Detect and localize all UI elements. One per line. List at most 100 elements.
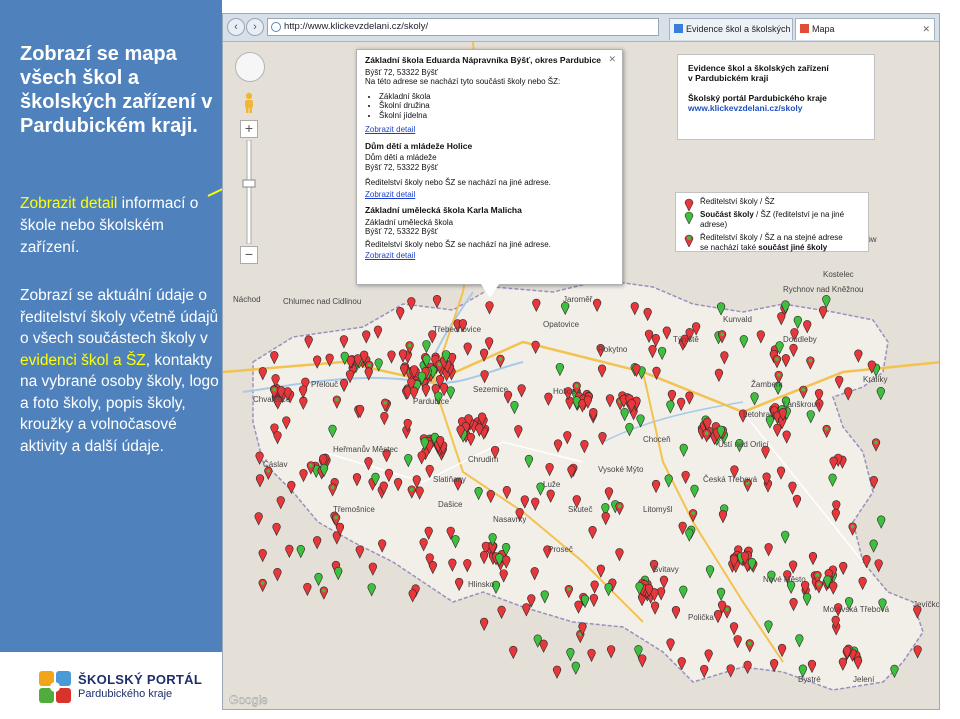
place-label: Králíky	[863, 375, 887, 384]
place-label: Čáslav	[263, 460, 287, 469]
portal-box-line1: Evidence škol a školských zařízení	[688, 63, 829, 73]
slide-heading: Zobrazí se mapa všech škol a školských z…	[20, 43, 213, 137]
close-tab-icon[interactable]: ✕	[922, 19, 930, 39]
place-label: Chvaletice	[253, 395, 291, 404]
browser-window: ‹ › http://www.klickevzdelani.cz/skoly/ …	[222, 13, 940, 710]
slide-paragraph-detail: Zobrazit detail informací o škole nebo š…	[20, 193, 216, 259]
portal-box-url[interactable]: www.klickevzdelani.cz/skoly	[688, 103, 866, 113]
back-button[interactable]: ‹	[227, 18, 245, 36]
browser-toolbar: ‹ › http://www.klickevzdelani.cz/skoly/ …	[223, 14, 939, 42]
school3-address: Býšť 72, 53322 Býšť	[365, 227, 438, 236]
school3-type: Základní umělecká škola	[365, 217, 454, 227]
school3-note: Ředitelství školy nebo ŠZ se nachází na …	[365, 239, 551, 249]
school3-title: Základní umělecká škola Karla Malicha	[365, 205, 522, 215]
place-label: Doudleby	[783, 335, 817, 344]
place-label: Jelení	[853, 675, 875, 684]
portal-logo-icon	[39, 671, 71, 703]
place-label: Ústí nad Orlicí	[718, 440, 769, 449]
place-label: Pardubice	[413, 397, 450, 406]
legend-row-red: Ředitelství školy / ŠZ	[682, 197, 864, 211]
pan-control[interactable]	[235, 52, 265, 82]
school-map[interactable]: KolínChlumec nad CidlinouHradec KrálovéP…	[223, 42, 940, 709]
place-label: Hlinsko	[468, 580, 495, 589]
place-label: Žamberk	[751, 380, 784, 389]
zoom-slider[interactable]	[242, 140, 256, 244]
address-bar[interactable]: http://www.klickevzdelani.cz/skoly/	[267, 18, 659, 36]
legend-mixed-part2: se nachází také	[700, 243, 759, 252]
tab-mapa-label: Mapa	[812, 24, 835, 34]
place-label: Vysoké Mýto	[598, 465, 644, 474]
slide-paragraph-info: Zobrazí se aktuální údaje o ředitelství …	[20, 285, 220, 457]
place-label: Týniště	[673, 335, 699, 344]
place-label: Náchod	[233, 295, 261, 304]
legend-mixed-bold: součást jiné školy	[758, 243, 828, 252]
place-label: Třebechovice	[433, 325, 482, 334]
place-label: Polička	[688, 613, 714, 622]
school1-part: Školní jídelna	[379, 111, 614, 121]
red-marker-icon	[684, 198, 694, 211]
address-bar-url: http://www.klickevzdelani.cz/skoly/	[284, 21, 429, 32]
place-label: Moravská Třebová	[823, 605, 890, 614]
place-label: Chrudim	[468, 455, 499, 464]
popup-pointer	[481, 284, 499, 298]
school1-title: Základní škola Eduarda Nápravníka Býšť, …	[365, 55, 602, 65]
place-label: Proseč	[548, 545, 573, 554]
place-label: Heřmanův Městec	[333, 445, 398, 454]
school2-type: Dům dětí a mládeže	[365, 153, 437, 162]
place-label: Třemošnice	[333, 505, 375, 514]
school1-parts-list: Základní škola Školní družina Školní jíd…	[379, 92, 614, 121]
place-label: Bystré	[798, 675, 821, 684]
portal-logo-area: ŠKOLSKÝ PORTÁL Pardubického kraje	[0, 652, 222, 719]
place-label: Svitavy	[653, 565, 679, 574]
paragraph-info-part1: Zobrazí se aktuální údaje o ředitelství …	[20, 287, 219, 347]
place-label: Slatiňany	[433, 475, 466, 484]
school1-detail-link[interactable]: Zobrazit detail	[365, 125, 614, 135]
school1-part: Základní škola	[379, 92, 614, 102]
school2-title: Dům dětí a mládeže Holice	[365, 140, 473, 151]
legend-green-bold: Součást školy	[700, 210, 754, 219]
place-label: Rychnov nad Kněžnou	[783, 285, 864, 294]
place-label: Opatovice	[543, 320, 580, 329]
place-label: Holice	[553, 387, 576, 396]
tab-evidence-label: Evidence škol a školských zaří...	[686, 24, 792, 34]
place-label: Sezemice	[473, 385, 509, 394]
popup-close-icon[interactable]: ✕	[608, 54, 616, 65]
street-view-pegman-icon[interactable]	[240, 92, 258, 114]
zoom-out-button[interactable]: −	[240, 246, 258, 264]
zoom-in-button[interactable]: +	[240, 120, 258, 138]
place-label: Chlumec nad Cidlinou	[283, 297, 361, 306]
portal-box-line2: v Pardubickém kraji	[688, 73, 769, 83]
place-label: Skuteč	[568, 505, 592, 514]
forward-button[interactable]: ›	[246, 18, 264, 36]
place-label: Luže	[543, 480, 561, 489]
highlight-evidence: evidenci škol a ŠZ	[20, 351, 146, 369]
place-label: Lanškroun	[783, 400, 820, 409]
place-label: Rokytno	[598, 345, 628, 354]
tab-mapa[interactable]: Mapa ✕	[795, 18, 935, 40]
portal-info-box: Evidence škol a školských zařízení v Par…	[677, 54, 875, 140]
school2-note: Ředitelství školy nebo ŠZ se nachází na …	[365, 178, 551, 187]
legend-row-mixed: Ředitelství školy / ŠZ a na stejné adres…	[682, 233, 864, 253]
school3-detail-link[interactable]: Zobrazit detail	[365, 251, 614, 261]
green-marker-icon	[684, 211, 694, 224]
place-label: Nasavrky	[493, 515, 526, 524]
globe-icon	[271, 22, 281, 32]
place-label: Jaroměř	[563, 295, 593, 304]
portal-logo-subtitle: Pardubického kraje	[78, 688, 173, 700]
school2-detail-link[interactable]: Zobrazit detail	[365, 190, 614, 200]
school1-part: Školní družina	[379, 101, 614, 111]
school-info-popup: ✕ Základní škola Eduarda Nápravníka Býšť…	[356, 49, 623, 285]
place-label: Litomyšl	[643, 505, 673, 514]
highlight-zobrazit-detail: Zobrazit detail	[20, 195, 118, 212]
place-label: Nové Město	[763, 575, 806, 584]
place-label: Přelouč	[311, 380, 338, 389]
mixed-marker-icon	[684, 234, 694, 247]
place-label: Kostelec	[823, 270, 854, 279]
tab-evidence[interactable]: Evidence škol a školských zaří...	[669, 18, 793, 40]
portal-logo-title: ŠKOLSKÝ PORTÁL	[78, 672, 203, 687]
slide-text-panel: Zobrazí se mapa všech škol a školských z…	[0, 0, 222, 719]
place-label: Letohrad	[743, 410, 775, 419]
google-logo: Google	[229, 693, 268, 707]
place-label: Choceň	[643, 435, 671, 444]
place-label: Jevíčko	[913, 600, 940, 609]
